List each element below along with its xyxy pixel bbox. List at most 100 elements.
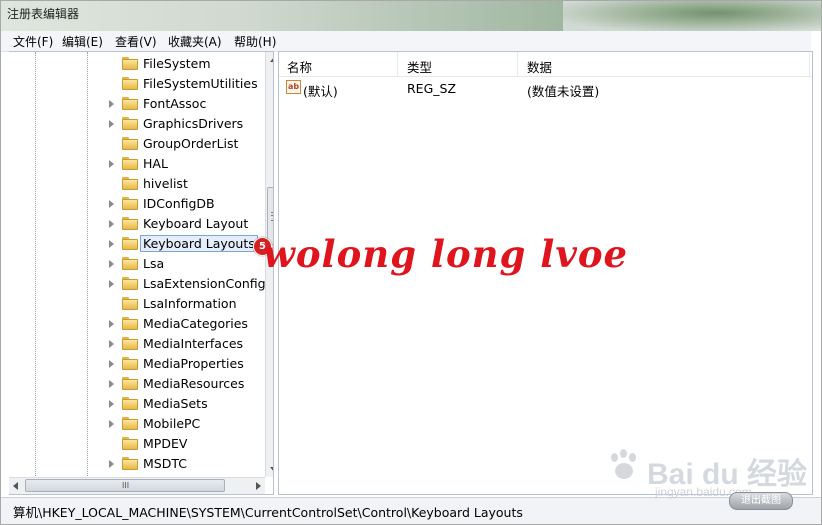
tree-item[interactable]: MobilePC bbox=[9, 414, 259, 434]
folder-icon bbox=[122, 337, 138, 350]
tree-horizontal-scrollbar[interactable]: III bbox=[9, 477, 265, 494]
menu-help[interactable]: 帮助(H) bbox=[234, 33, 276, 50]
column-divider[interactable] bbox=[809, 52, 810, 76]
tree-item-label: LsaInformation bbox=[143, 296, 237, 311]
scroll-left-icon[interactable] bbox=[13, 482, 18, 490]
tree-item[interactable]: FontAssoc bbox=[9, 94, 259, 114]
tree-item-label: MediaProperties bbox=[143, 356, 244, 371]
tree-item-label: hivelist bbox=[143, 176, 188, 191]
value-type: REG_SZ bbox=[407, 81, 457, 96]
tree-item-label: Lsa bbox=[143, 256, 165, 271]
expand-arrow-icon[interactable] bbox=[109, 280, 114, 288]
column-type[interactable]: 类型 bbox=[407, 57, 432, 76]
expand-arrow-icon[interactable] bbox=[109, 320, 114, 328]
scroll-right-icon[interactable] bbox=[256, 482, 261, 490]
expand-arrow-icon[interactable] bbox=[109, 460, 114, 468]
tree-item[interactable]: MediaResources bbox=[9, 374, 259, 394]
aero-glass-decoration bbox=[563, 1, 821, 31]
expand-arrow-icon[interactable] bbox=[109, 260, 114, 268]
menu-favorites[interactable]: 收藏夹(A) bbox=[168, 33, 222, 50]
value-data: (数值未设置) bbox=[527, 84, 600, 99]
tree-item[interactable]: hivelist bbox=[9, 174, 259, 194]
menu-bar: 文件(F) 编辑(E) 查看(V) 收藏夹(A) 帮助(H) bbox=[1, 31, 811, 52]
folder-icon bbox=[122, 277, 138, 290]
tree-item[interactable]: Keyboard Layout bbox=[9, 214, 259, 234]
tree-item-label: MPDEV bbox=[143, 436, 188, 451]
folder-icon bbox=[122, 397, 138, 410]
tree-item[interactable]: FileSystem bbox=[9, 54, 259, 74]
folder-icon bbox=[122, 177, 138, 190]
column-header: 名称 类型 数据 bbox=[279, 52, 812, 77]
value-row[interactable]: ab (默认) REG_SZ (数值未设置) bbox=[279, 78, 812, 99]
title-bar: 注册表编辑器 bbox=[1, 1, 821, 31]
expand-arrow-icon[interactable] bbox=[109, 100, 114, 108]
expand-arrow-icon[interactable] bbox=[109, 200, 114, 208]
column-name[interactable]: 名称 bbox=[287, 57, 312, 76]
folder-icon bbox=[122, 77, 138, 90]
tree-item[interactable]: Keyboard Layouts bbox=[9, 234, 259, 254]
baidu-paw-icon bbox=[607, 449, 643, 483]
tree-item[interactable]: LsaInformation bbox=[9, 294, 259, 314]
expand-arrow-icon[interactable] bbox=[109, 240, 114, 248]
tree-item-label: Keyboard Layout bbox=[143, 216, 249, 231]
folder-icon bbox=[122, 377, 138, 390]
folder-icon bbox=[122, 197, 138, 210]
tree-item[interactable]: Lsa bbox=[9, 254, 259, 274]
tree-item-label: LsaExtensionConfig bbox=[143, 276, 266, 291]
folder-icon bbox=[122, 217, 138, 230]
tree-item[interactable]: MPDEV bbox=[9, 434, 259, 454]
folder-icon bbox=[122, 357, 138, 370]
folder-icon bbox=[122, 457, 138, 470]
scroll-down-icon[interactable] bbox=[270, 467, 273, 472]
expand-arrow-icon[interactable] bbox=[109, 360, 114, 368]
tree-item[interactable]: MediaSets bbox=[9, 394, 259, 414]
tree-item[interactable]: LsaExtensionConfig bbox=[9, 274, 266, 294]
tree-item-label: MediaInterfaces bbox=[143, 336, 244, 351]
tree-item[interactable]: GroupOrderList bbox=[9, 134, 259, 154]
expand-arrow-icon[interactable] bbox=[109, 120, 114, 128]
column-divider[interactable] bbox=[517, 52, 518, 76]
tree-item[interactable]: MediaProperties bbox=[9, 354, 259, 374]
column-data[interactable]: 数据 bbox=[527, 57, 552, 76]
menu-edit[interactable]: 编辑(E) bbox=[62, 33, 103, 50]
folder-icon bbox=[122, 137, 138, 150]
expand-arrow-icon[interactable] bbox=[109, 380, 114, 388]
expand-arrow-icon[interactable] bbox=[109, 160, 114, 168]
string-value-icon: ab bbox=[286, 80, 301, 94]
registry-tree[interactable]: FileSystem FileSystemUtilities FontAssoc Gr… bbox=[9, 51, 274, 495]
tree-item[interactable]: MediaInterfaces bbox=[9, 334, 259, 354]
tree-item-label: IDConfigDB bbox=[143, 196, 215, 211]
watermark-text: wolong long lvoe bbox=[263, 232, 629, 276]
column-divider[interactable] bbox=[397, 52, 398, 76]
hscroll-grip: III bbox=[122, 481, 130, 490]
status-path: 算机\HKEY_LOCAL_MACHINE\SYSTEM\CurrentCont… bbox=[13, 505, 523, 520]
tree-item[interactable]: FileSystemUtilities bbox=[9, 74, 259, 94]
tree-item-label: MediaCategories bbox=[143, 316, 248, 331]
tree-item-label: MobilePC bbox=[143, 416, 201, 431]
folder-icon bbox=[122, 237, 138, 250]
window-title: 注册表编辑器 bbox=[7, 7, 80, 21]
tree-item[interactable]: MediaCategories bbox=[9, 314, 259, 334]
exit-screenshot-button[interactable]: 退出截图 bbox=[729, 492, 793, 510]
expand-arrow-icon[interactable] bbox=[109, 340, 114, 348]
tree-item[interactable]: GraphicsDrivers bbox=[9, 114, 259, 134]
folder-icon bbox=[122, 317, 138, 330]
tree-item-label: HAL bbox=[143, 156, 168, 171]
tree-item-label: MediaResources bbox=[143, 376, 245, 391]
tree-item[interactable]: HAL bbox=[9, 154, 259, 174]
folder-icon bbox=[122, 97, 138, 110]
status-bar: 算机\HKEY_LOCAL_MACHINE\SYSTEM\CurrentCont… bbox=[1, 497, 821, 524]
scroll-up-icon[interactable] bbox=[270, 57, 273, 62]
hscroll-thumb[interactable]: III bbox=[25, 479, 225, 492]
expand-arrow-icon[interactable] bbox=[109, 220, 114, 228]
tree-item[interactable]: IDConfigDB bbox=[9, 194, 259, 214]
regedit-window: 注册表编辑器 文件(F) 编辑(E) 查看(V) 收藏夹(A) 帮助(H) Fi… bbox=[0, 0, 822, 525]
menu-file[interactable]: 文件(F) bbox=[13, 33, 53, 50]
expand-arrow-icon[interactable] bbox=[109, 400, 114, 408]
menu-view[interactable]: 查看(V) bbox=[115, 33, 157, 50]
tree-item[interactable]: MSDTC bbox=[9, 454, 259, 474]
folder-icon bbox=[122, 417, 138, 430]
tree-item-label: FontAssoc bbox=[143, 96, 207, 111]
folder-icon bbox=[122, 157, 138, 170]
expand-arrow-icon[interactable] bbox=[109, 420, 114, 428]
